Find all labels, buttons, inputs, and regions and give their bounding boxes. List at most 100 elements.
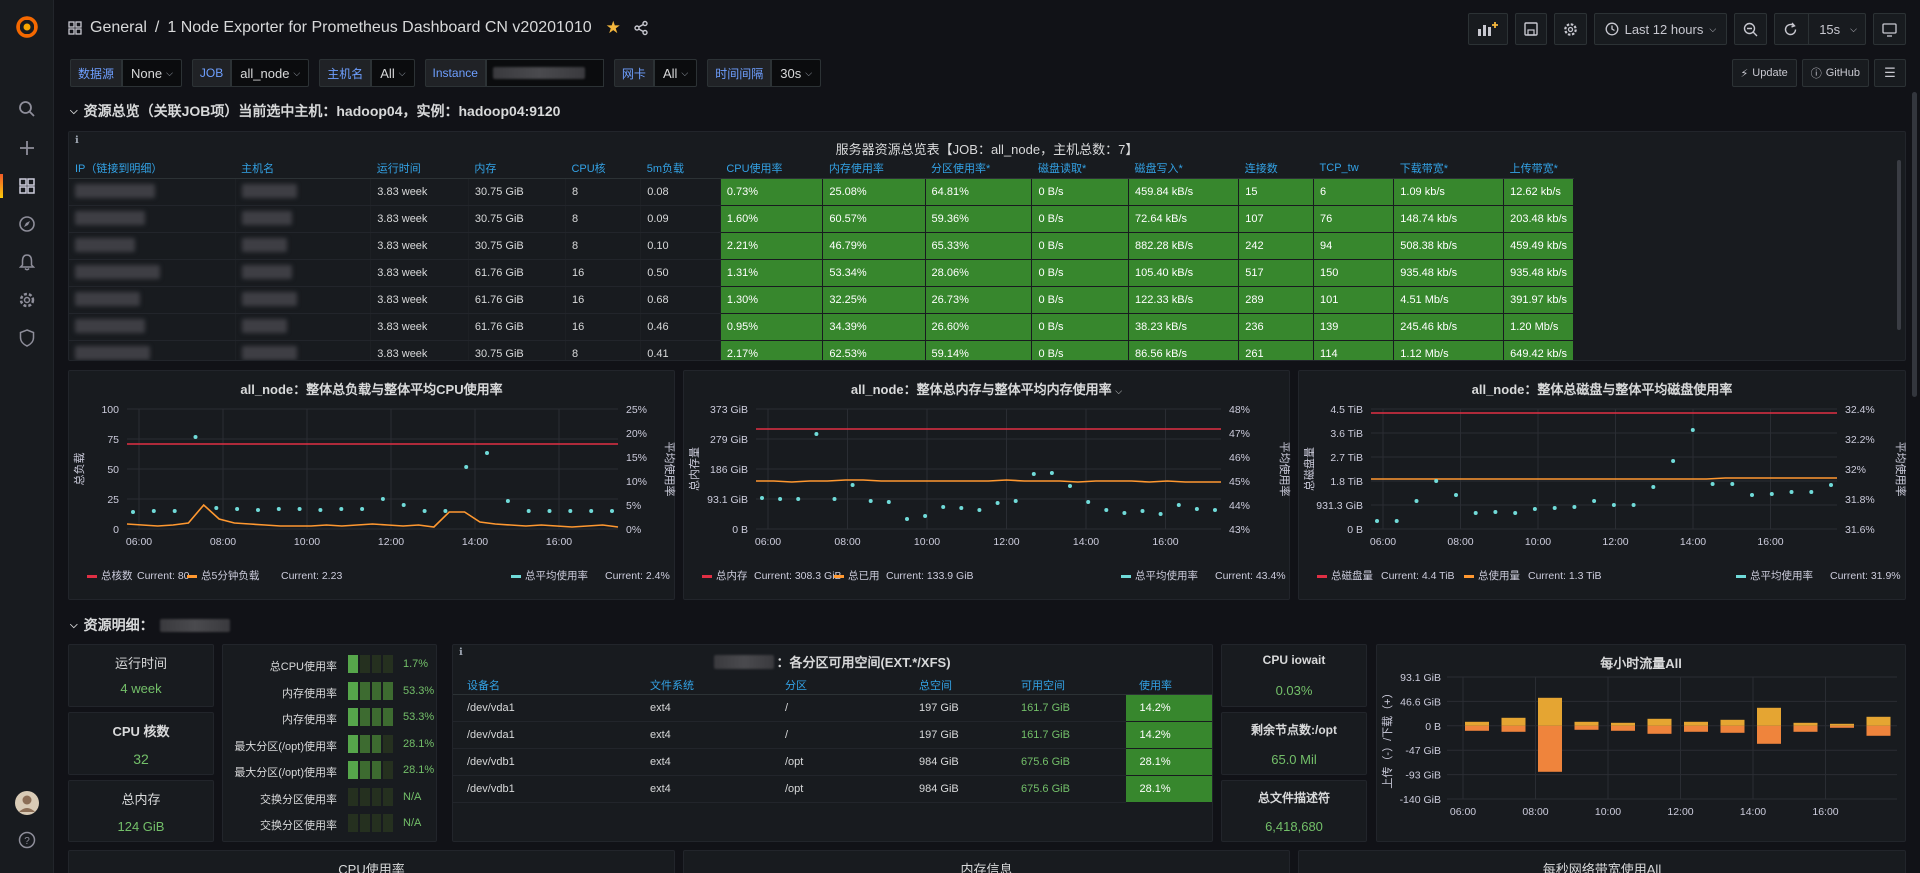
interval-variable-select[interactable]: 30s ⌵ bbox=[771, 59, 822, 87]
update-link[interactable]: ⚡ Update bbox=[1731, 59, 1797, 87]
series-point-avg[interactable] bbox=[1013, 499, 1018, 503]
nic-variable-select[interactable]: All ⌵ bbox=[653, 59, 698, 87]
series-point-avg[interactable] bbox=[1809, 490, 1814, 494]
job-variable-select[interactable]: all_node ⌵ bbox=[231, 59, 310, 87]
traffic-bar-upload[interactable] bbox=[1574, 725, 1599, 730]
series-line-used[interactable] bbox=[126, 503, 619, 528]
traffic-bar-upload[interactable] bbox=[1830, 725, 1854, 728]
series-point-avg[interactable] bbox=[1690, 428, 1695, 432]
series-point-avg[interactable] bbox=[193, 435, 198, 439]
traffic-bar-upload[interactable] bbox=[1720, 725, 1745, 733]
traffic-bar-download[interactable] bbox=[1720, 719, 1745, 726]
series-point-avg[interactable] bbox=[1176, 503, 1181, 507]
table-column-header[interactable]: 连接数 bbox=[1238, 158, 1314, 179]
time-range-picker[interactable]: Last 12 hours ⌵ bbox=[1593, 13, 1728, 45]
series-point-avg[interactable] bbox=[360, 507, 365, 511]
memory-chart-svg[interactable]: 373 GiB 279 GiB 186 GiB 93.1 GiB 0 B 48% 47% 46… bbox=[684, 401, 1291, 601]
add-panel-button[interactable] bbox=[1467, 13, 1508, 45]
series-point-avg[interactable] bbox=[422, 509, 427, 513]
share-icon[interactable] bbox=[633, 20, 649, 36]
hostname-variable-select[interactable]: All ⌵ bbox=[371, 59, 415, 87]
series-point-avg[interactable] bbox=[941, 505, 946, 509]
series-point-avg[interactable] bbox=[151, 509, 156, 513]
series-point-avg[interactable] bbox=[1750, 493, 1754, 497]
refresh-button[interactable]: 15s ⌵ bbox=[1774, 13, 1866, 45]
table-column-header[interactable]: 内存使用率 bbox=[822, 158, 926, 179]
series-point-avg[interactable] bbox=[505, 499, 510, 503]
refresh-interval-label[interactable]: 15s bbox=[1819, 22, 1840, 37]
series-point-avg[interactable] bbox=[923, 514, 928, 518]
hourly-traffic-svg[interactable]: 93.1 GiB 46.6 GiB 0 B -47 GiB -93 GiB -140 Gi… bbox=[1377, 673, 1907, 843]
traffic-bar-upload[interactable] bbox=[1647, 725, 1672, 734]
traffic-bar-download[interactable] bbox=[1866, 716, 1891, 726]
search-icon[interactable] bbox=[0, 94, 54, 124]
series-point-avg[interactable] bbox=[1086, 500, 1091, 504]
table-column-header[interactable]: 磁盘读取* bbox=[1031, 158, 1129, 179]
table-column-header[interactable]: 运行时间 bbox=[370, 158, 469, 179]
ip-link-cell[interactable] bbox=[69, 232, 236, 260]
legend-series-name[interactable]: 总5分钟负载 bbox=[201, 569, 260, 582]
instance-variable-select[interactable] bbox=[485, 59, 604, 87]
ip-link-cell[interactable] bbox=[69, 286, 236, 314]
series-point-avg[interactable] bbox=[995, 501, 1000, 505]
series-point-avg[interactable] bbox=[1434, 479, 1439, 483]
traffic-bar-upload[interactable] bbox=[1793, 725, 1818, 732]
ip-link-cell[interactable] bbox=[69, 205, 236, 233]
series-point-avg[interactable] bbox=[547, 509, 552, 513]
server-admin-shield-icon[interactable] bbox=[0, 323, 54, 353]
legend-series-name[interactable]: 总已用 bbox=[848, 569, 880, 582]
explore-compass-icon[interactable] bbox=[0, 209, 54, 239]
ip-link-cell[interactable] bbox=[69, 313, 236, 341]
table-column-header[interactable]: 上传带宽* bbox=[1503, 158, 1574, 179]
series-point-avg[interactable] bbox=[297, 507, 302, 511]
series-point-avg[interactable] bbox=[1122, 511, 1127, 515]
series-point-avg[interactable] bbox=[526, 509, 531, 513]
series-point-avg[interactable] bbox=[778, 497, 783, 501]
series-point-avg[interactable] bbox=[1049, 471, 1054, 475]
series-point-avg[interactable] bbox=[1473, 511, 1478, 515]
series-point-avg[interactable] bbox=[1532, 507, 1537, 511]
series-point-avg[interactable] bbox=[401, 503, 406, 507]
page-scrollbar[interactable] bbox=[1912, 92, 1917, 397]
series-point-avg[interactable] bbox=[1493, 510, 1498, 514]
create-plus-icon[interactable] bbox=[0, 133, 54, 163]
configuration-gear-icon[interactable] bbox=[0, 285, 54, 315]
series-point-avg[interactable] bbox=[832, 497, 837, 501]
legend-series-name[interactable]: 总核数 bbox=[101, 569, 133, 582]
grafana-logo-icon[interactable] bbox=[0, 10, 54, 44]
series-point-avg[interactable] bbox=[1513, 511, 1518, 515]
traffic-bar-upload[interactable] bbox=[1866, 725, 1891, 736]
traffic-bar-download[interactable] bbox=[1684, 721, 1708, 726]
save-dashboard-button[interactable] bbox=[1514, 13, 1547, 45]
traffic-bar-download[interactable] bbox=[1501, 717, 1526, 726]
series-point-avg[interactable] bbox=[796, 497, 801, 501]
table-column-header[interactable]: 下载带宽* bbox=[1393, 158, 1504, 179]
alerting-bell-icon[interactable] bbox=[0, 247, 54, 277]
series-point-avg[interactable] bbox=[1104, 508, 1109, 512]
series-point-avg[interactable] bbox=[276, 507, 281, 511]
table-column-header[interactable]: IP（链接到明细） bbox=[69, 158, 236, 179]
datasource-variable-select[interactable]: None ⌵ bbox=[122, 59, 182, 87]
series-point-avg[interactable] bbox=[1375, 519, 1379, 523]
legend-series-name[interactable]: 总内存 bbox=[716, 569, 748, 582]
traffic-bar-download[interactable] bbox=[1757, 707, 1781, 726]
series-point-avg[interactable] bbox=[339, 507, 344, 511]
series-point-avg[interactable] bbox=[1769, 492, 1774, 496]
series-point-avg[interactable] bbox=[1194, 507, 1199, 511]
series-point-avg[interactable] bbox=[977, 508, 982, 512]
table-column-header[interactable]: 设备名 bbox=[453, 677, 636, 695]
series-point-avg[interactable] bbox=[1829, 483, 1833, 487]
series-point-avg[interactable] bbox=[464, 465, 469, 469]
series-point-avg[interactable] bbox=[1592, 499, 1597, 503]
help-icon[interactable]: ? bbox=[0, 825, 54, 855]
series-point-avg[interactable] bbox=[814, 432, 819, 436]
table-column-header[interactable]: 总空间 bbox=[905, 677, 1007, 695]
chevron-down-icon[interactable]: ⌵ bbox=[1115, 386, 1122, 396]
table-column-header[interactable]: 文件系统 bbox=[636, 677, 771, 695]
series-point-avg[interactable] bbox=[1730, 482, 1735, 486]
ip-link-cell[interactable] bbox=[69, 340, 236, 360]
series-point-avg[interactable] bbox=[1789, 490, 1794, 494]
traffic-bar-download[interactable] bbox=[1830, 723, 1854, 726]
breadcrumb-folder[interactable]: General bbox=[90, 19, 147, 37]
traffic-bar-upload[interactable] bbox=[1465, 725, 1489, 731]
